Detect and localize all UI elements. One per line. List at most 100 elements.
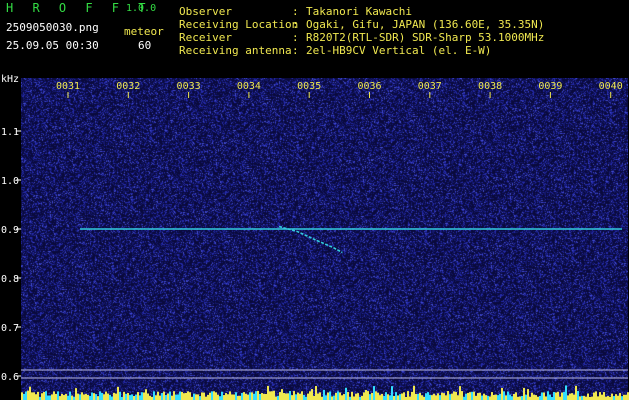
level-bar <box>381 393 383 400</box>
level-bar <box>63 395 65 400</box>
level-bar <box>591 396 593 400</box>
level-bar <box>263 393 265 400</box>
level-bar <box>277 395 279 400</box>
level-bar <box>163 391 165 400</box>
level-bar <box>81 392 83 400</box>
level-bar <box>223 395 225 400</box>
level-bar <box>201 392 203 400</box>
level-bar <box>377 392 379 400</box>
level-bar <box>231 394 233 400</box>
info-separator: : <box>292 31 306 44</box>
level-bar <box>221 391 223 400</box>
level-bar <box>375 391 377 400</box>
level-bar <box>383 395 385 400</box>
info-row-observer: Observer: Takanori Kawachi <box>179 5 544 18</box>
level-bar <box>443 393 445 400</box>
level-bar <box>417 394 419 400</box>
level-bar <box>351 391 353 400</box>
level-bar <box>217 394 219 400</box>
level-bar <box>435 395 437 400</box>
level-bar <box>361 395 363 400</box>
x-tick-label: 0035 <box>297 81 321 92</box>
info-value: R820T2(RTL-SDR) SDR-Sharp 53.1000MHz <box>306 31 545 44</box>
level-bar <box>603 392 605 400</box>
x-tick-label: 0039 <box>538 81 562 92</box>
level-bar <box>413 385 415 400</box>
level-bar <box>373 386 375 400</box>
level-bar <box>533 394 535 400</box>
level-bar <box>113 392 115 400</box>
info-value: Takanori Kawachi <box>306 5 412 18</box>
level-bar <box>243 392 245 400</box>
level-bar <box>105 391 107 400</box>
level-bar <box>53 391 55 400</box>
level-bar <box>625 394 627 400</box>
level-bar <box>135 394 137 400</box>
level-bar <box>527 389 529 400</box>
level-bar <box>335 392 337 400</box>
level-bar <box>483 393 485 400</box>
level-bar <box>193 393 195 400</box>
level-bar <box>315 386 317 400</box>
level-bar <box>85 393 87 400</box>
level-bar <box>347 392 349 400</box>
info-key: Receiver <box>179 31 232 44</box>
x-tick-label: 0033 <box>177 81 201 92</box>
level-bar <box>109 394 111 400</box>
level-bar <box>367 391 369 400</box>
level-bar <box>171 395 173 400</box>
level-bar <box>519 396 521 400</box>
level-bar <box>489 396 491 400</box>
level-bar <box>27 390 29 400</box>
x-tick-label: 0032 <box>116 81 140 92</box>
level-bar <box>471 391 473 400</box>
level-bar <box>407 391 409 400</box>
level-bar <box>339 392 341 400</box>
level-bar <box>177 394 179 400</box>
level-bar <box>477 393 479 400</box>
level-bar <box>185 392 187 400</box>
level-bar <box>91 392 93 400</box>
level-bar <box>543 392 545 400</box>
level-bar <box>45 391 47 400</box>
info-separator: : <box>292 18 306 31</box>
level-bar <box>397 395 399 400</box>
level-bar <box>505 395 507 400</box>
level-bar <box>465 393 467 400</box>
level-bar <box>281 389 283 400</box>
level-bar <box>577 391 579 400</box>
level-bar <box>475 395 477 400</box>
level-bar <box>399 394 401 400</box>
level-bar <box>59 396 61 400</box>
level-bar <box>329 391 331 400</box>
level-bar <box>99 391 101 400</box>
level-bar <box>37 391 39 400</box>
level-bar <box>161 393 163 400</box>
level-bar <box>129 395 131 400</box>
y-tick-label: 0.9 <box>1 225 19 236</box>
level-bar <box>313 395 315 400</box>
level-bar <box>547 391 549 400</box>
level-bar <box>297 392 299 400</box>
level-bar <box>613 396 615 400</box>
level-bar <box>585 396 587 400</box>
level-bar <box>271 391 273 400</box>
level-bar <box>559 396 561 400</box>
info-row-receiver: Receiver: R820T2(RTL-SDR) SDR-Sharp 53.1… <box>179 31 544 44</box>
level-bar <box>593 392 595 400</box>
level-bar <box>131 394 133 400</box>
level-bar <box>87 394 89 400</box>
level-bar <box>567 395 569 400</box>
level-bar <box>137 392 139 400</box>
level-bar <box>187 391 189 400</box>
level-bar <box>245 393 247 400</box>
level-bar <box>295 394 297 400</box>
level-bar <box>155 395 157 400</box>
meteor-count: 60 <box>138 39 152 52</box>
level-bar <box>389 395 391 400</box>
level-bar <box>103 394 105 400</box>
level-bar <box>487 395 489 400</box>
level-bar <box>43 391 45 400</box>
level-bar <box>119 391 121 400</box>
level-bar <box>355 393 357 400</box>
